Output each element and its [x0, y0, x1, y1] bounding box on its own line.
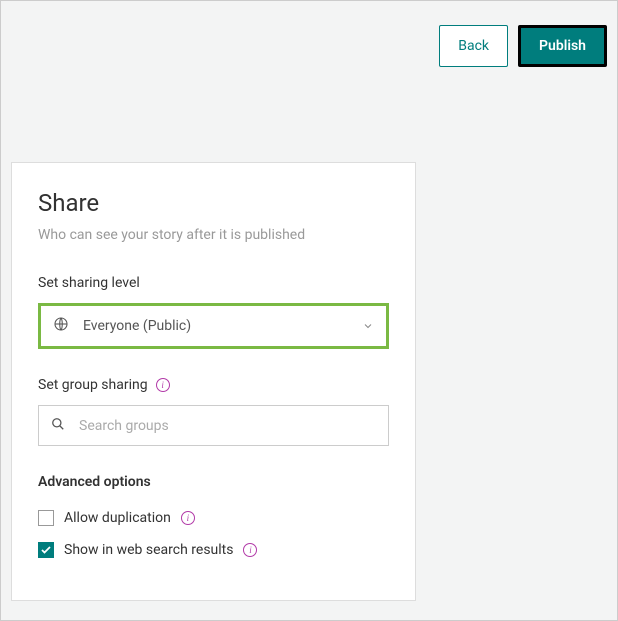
- chevron-down-icon: [362, 317, 374, 336]
- back-button[interactable]: Back: [439, 25, 508, 67]
- sharing-selected-value: Everyone (Public): [83, 318, 191, 334]
- show-in-search-label: Show in web search results: [64, 542, 233, 558]
- group-sharing-label: Set group sharing: [38, 377, 148, 393]
- publish-button[interactable]: Publish: [518, 25, 607, 67]
- globe-icon: [53, 316, 69, 336]
- show-in-search-checkbox[interactable]: [38, 542, 54, 558]
- sharing-level-select[interactable]: Everyone (Public): [38, 303, 389, 349]
- panel-subtitle: Who can see your story after it is publi…: [38, 227, 389, 243]
- search-icon: [51, 416, 65, 435]
- info-icon[interactable]: i: [181, 511, 195, 525]
- info-icon[interactable]: i: [243, 543, 257, 557]
- share-panel: Share Who can see your story after it is…: [11, 162, 416, 601]
- info-icon[interactable]: i: [156, 378, 170, 392]
- advanced-options-title: Advanced options: [38, 474, 389, 490]
- group-search-box[interactable]: [38, 405, 389, 446]
- group-search-input[interactable]: [79, 418, 376, 434]
- allow-duplication-label: Allow duplication: [64, 510, 171, 526]
- sharing-level-label: Set sharing level: [38, 275, 389, 291]
- allow-duplication-checkbox[interactable]: [38, 510, 54, 526]
- panel-title: Share: [38, 189, 389, 217]
